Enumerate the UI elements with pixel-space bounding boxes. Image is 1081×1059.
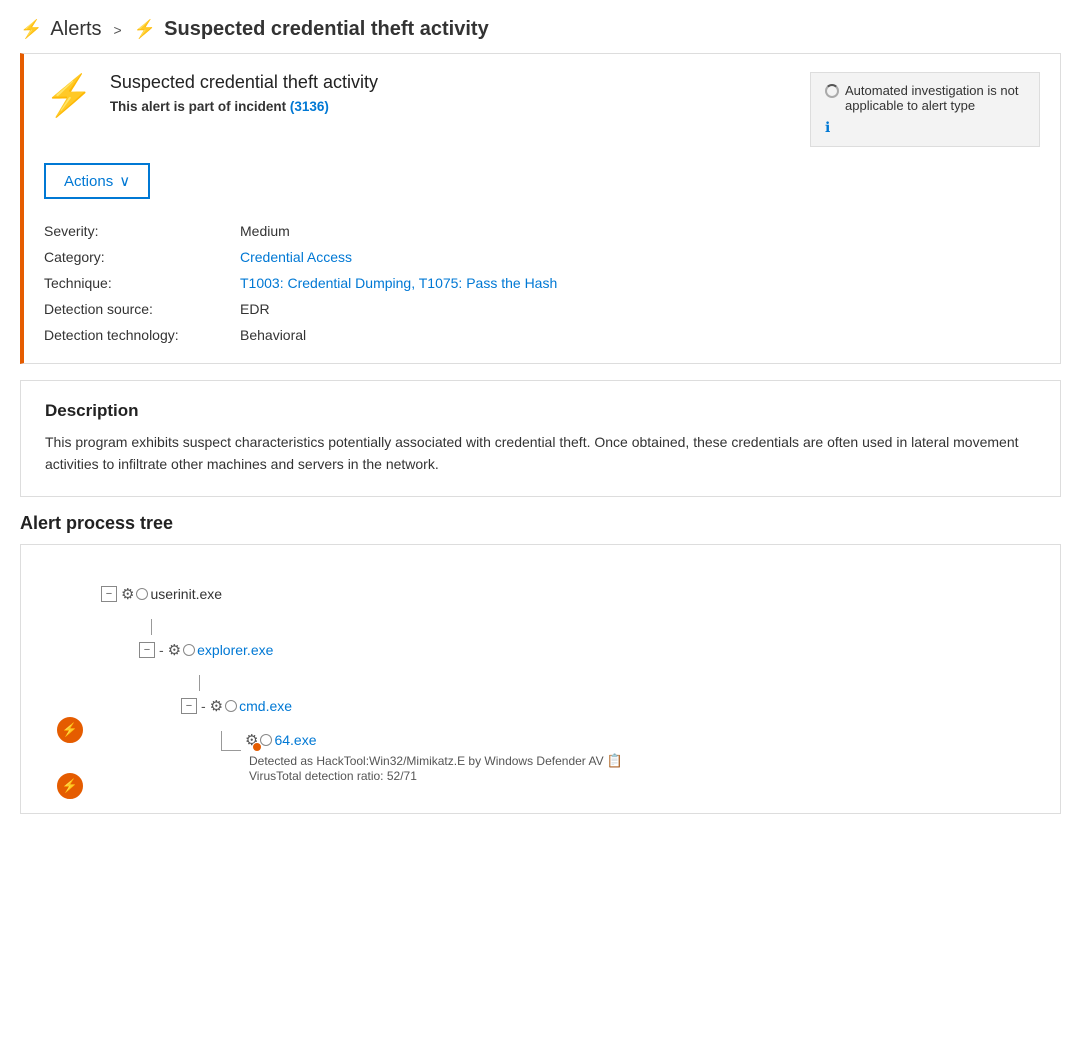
proc-name-64[interactable]: 64.exe [274,732,316,748]
proc-circle-explorer [183,644,195,656]
description-title: Description [45,401,1036,421]
vline-2 [199,675,1030,691]
description-card: Description This program exhibits suspec… [20,380,1061,497]
detection-source-value: EDR [240,301,1040,317]
detection-tech-value: Behavioral [240,327,1040,343]
alert-icon: ⚡ [44,76,94,116]
collapse-cmd[interactable]: − [181,698,197,714]
alert-card-left: ⚡ Suspected credential theft activity Th… [44,72,378,116]
technique-label: Technique: [44,275,224,291]
proc-circle-cmd [225,700,237,712]
tree-row-64exe: ⚙ 64.exe Detected as HackTool:Win32/Mimi… [221,731,1030,783]
spinner-icon [825,84,839,98]
alert-card-header: ⚡ Suspected credential theft activity Th… [44,72,1040,147]
vline-1 [151,619,1030,635]
breadcrumb-separator: > [114,22,122,38]
l-connector-64 [221,731,241,751]
alert-card: ⚡ Suspected credential theft activity Th… [20,53,1061,364]
collapse-explorer[interactable]: − [139,642,155,658]
detected-text: Detected as HackTool:Win32/Mimikatz.E by… [249,753,623,769]
page-header: ⚡ Alerts > ⚡ Suspected credential theft … [0,0,1081,53]
process-tree: ⚡ ⚡ − ⚙ userinit.exe − - ⚙ explorer.exe … [51,569,1030,783]
alert-badges: ⚡ ⚡ [57,717,83,799]
proc-circle-userinit [136,588,148,600]
category-label: Category: [44,249,224,265]
process-tree-section-title: Alert process tree [20,513,1061,534]
gear-icon-cmd: ⚙ [210,697,223,715]
tree-row-cmd: − - ⚙ cmd.exe [181,691,1030,721]
tree-row-userinit: − ⚙ userinit.exe [101,579,1030,609]
auto-investigation-box: Automated investigation is not applicabl… [810,72,1040,147]
detected-info: Detected as HackTool:Win32/Mimikatz.E by… [245,753,623,783]
auto-invest-row: Automated investigation is not applicabl… [825,83,1025,113]
category-link[interactable]: Credential Access [240,249,352,265]
proc-name-userinit: userinit.exe [150,586,222,602]
page-title: Suspected credential theft activity [164,18,489,41]
technique-link[interactable]: T1003: Credential Dumping, T1075: Pass t… [240,275,557,291]
malware-indicator [252,742,262,752]
proc-circle-64 [260,734,272,746]
auto-invest-text: Automated investigation is not applicabl… [845,83,1025,113]
category-value: Credential Access [240,249,1040,265]
detection-tech-label: Detection technology: [44,327,224,343]
actions-button[interactable]: Actions ∨ [44,163,150,199]
proc-name-explorer[interactable]: explorer.exe [197,642,273,658]
virus-total-text: VirusTotal detection ratio: 52/71 [249,769,623,783]
book-icon: 📋 [607,753,623,768]
dash-explorer: - [159,642,164,658]
technique-value: T1003: Credential Dumping, T1075: Pass t… [240,275,1040,291]
alert-title: Suspected credential theft activity [110,72,378,93]
alert-title-block: Suspected credential theft activity This… [110,72,378,114]
title-bolt-icon: ⚡ [134,19,156,40]
info-icon[interactable]: ℹ [825,119,1025,136]
collapse-userinit[interactable]: − [101,586,117,602]
gear-icon-64: ⚙ [245,731,258,749]
severity-label: Severity: [44,223,224,239]
process-tree-card: ⚡ ⚡ − ⚙ userinit.exe − - ⚙ explorer.exe … [20,544,1061,814]
gear-icon-userinit: ⚙ [121,585,134,603]
tree-row-explorer: − - ⚙ explorer.exe [139,635,1030,665]
detection-source-label: Detection source: [44,301,224,317]
dash-cmd: - [201,698,206,714]
alerts-bolt-icon: ⚡ [20,19,42,40]
breadcrumb-alerts[interactable]: Alerts [50,18,101,41]
description-text: This program exhibits suspect characteri… [45,431,1036,476]
alert-incident-text: This alert is part of incident (3136) [110,99,378,114]
incident-link[interactable]: (3136) [290,99,329,114]
details-table: Severity: Medium Category: Credential Ac… [44,223,1040,343]
gear-icon-explorer: ⚙ [168,641,181,659]
alert-badge-2: ⚡ [57,773,83,799]
alert-badge-1: ⚡ [57,717,83,743]
actions-label: Actions [64,173,113,190]
severity-value: Medium [240,223,1040,239]
proc-name-cmd[interactable]: cmd.exe [239,698,292,714]
tree-row-64exe-wrapper: ⚙ 64.exe Detected as HackTool:Win32/Mimi… [221,731,1030,783]
chevron-down-icon: ∨ [119,172,130,190]
